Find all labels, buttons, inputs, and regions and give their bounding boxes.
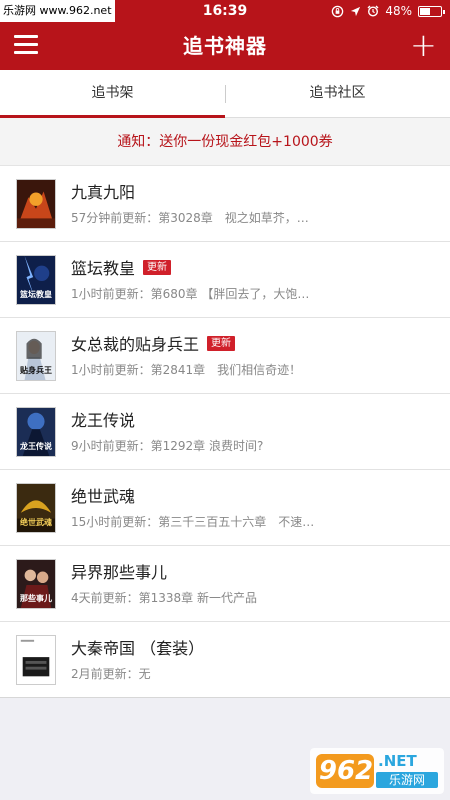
book-item[interactable]: 龙王传说 龙王传说 9小时前更新：第1292章 浪费时间? [0,394,450,470]
book-title: 龙王传说 [71,411,136,430]
book-update: 15小时前更新：第三千三百五十六章 不速… [71,515,315,529]
cover-text: 绝世武魂 [20,518,52,527]
book-title: 女总裁的贴身兵王 [71,335,200,354]
watermark-site: 乐游网 [388,773,425,787]
status-bar: 乐游网 www.962.net 16:39 48% [0,0,450,22]
cover-text: 龙王传说 [20,442,52,451]
book-title: 篮坛教皇 [71,259,136,278]
book-item[interactable]: 篮坛教皇 篮坛教皇 更新 1小时前更新：第680章 【胖回去了，大饱… [0,242,450,318]
book-title: 绝世武魂 [71,487,136,506]
book-cover: 龙王传说 [16,407,56,457]
book-item[interactable]: 贴身兵王 女总裁的贴身兵王 更新 1小时前更新：第2841章 我们相信奇迹！ [0,318,450,394]
book-list: 九真九阳 57分钟前更新：第3028章 视之如草芥，… 篮坛教皇 篮坛教皇 更新 … [0,166,450,698]
book-title: 大秦帝国 （套装） [71,639,205,658]
book-cover: 篮坛教皇 [16,255,56,305]
tab-community[interactable]: 追书社区 [225,70,450,117]
book-title: 九真九阳 [71,183,136,202]
cover-text: 贴身兵王 [20,366,52,375]
book-item[interactable]: 绝世武魂 绝世武魂 15小时前更新：第三千三百五十六章 不速… [0,470,450,546]
book-cover [16,179,56,229]
alarm-icon [367,5,379,17]
book-title: 异界那些事儿 [71,563,168,582]
update-badge: 更新 [207,335,236,351]
add-icon[interactable]: + [410,29,437,61]
cover-text: 篮坛教皇 [20,290,52,299]
book-update: 1小时前更新：第2841章 我们相信奇迹！ [71,363,302,377]
book-cover: 那些事儿 [16,559,56,609]
tab-divider [225,85,226,103]
book-update: 4天前更新：第1338章 新一代产品 [71,591,257,605]
watermark-suffix: .NET [378,752,417,770]
tab-bookshelf[interactable]: 追书架 [0,70,225,118]
nav-bar: 追书神器 + [0,22,450,70]
book-cover: 贴身兵王 [16,331,56,381]
orientation-lock-icon [332,5,344,17]
update-badge: 更新 [143,259,172,275]
book-item[interactable]: 那些事儿 异界那些事儿 4天前更新：第1338章 新一代产品 [0,546,450,622]
book-update: 1小时前更新：第680章 【胖回去了，大饱… [71,287,310,301]
book-item[interactable]: 大秦帝国 （套装） 2月前更新：无 [0,622,450,698]
book-cover: 绝世武魂 [16,483,56,533]
book-update: 2月前更新：无 [71,667,151,681]
status-right: 48% [331,0,445,22]
book-cover [16,635,56,685]
book-update: 57分钟前更新：第3028章 视之如草芥，… [71,211,309,225]
cover-text: 那些事儿 [20,594,52,603]
battery-icon [418,5,445,17]
battery-percent: 48% [385,4,412,18]
book-update: 9小时前更新：第1292章 浪费时间? [71,439,264,453]
app-title: 追书神器 [183,34,267,58]
watermark-logo: 962 .NET 乐游网 [310,748,444,794]
watermark-number: 962 [318,756,374,786]
location-icon [351,6,361,16]
book-item[interactable]: 九真九阳 57分钟前更新：第3028章 视之如草芥，… [0,166,450,242]
notice-banner[interactable]: 通知：送你一份现金红包+1000券 [0,118,450,166]
